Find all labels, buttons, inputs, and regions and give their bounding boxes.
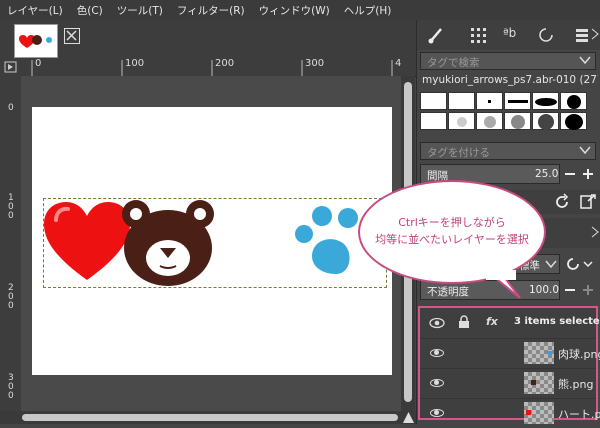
brush-cell[interactable] (476, 92, 503, 110)
layer-thumbnail (524, 372, 554, 394)
font-icon[interactable]: ªb (503, 26, 516, 40)
navigate-icon[interactable] (402, 411, 415, 424)
menu-tools[interactable]: ツール(T) (110, 3, 170, 18)
effects-icon[interactable]: fx (486, 315, 498, 328)
ruler-label: 1 0 0 (8, 193, 14, 221)
menu-windows[interactable]: ウィンドウ(W) (252, 3, 337, 18)
tag-assign-input[interactable]: タグを付ける (420, 142, 596, 160)
layer-name[interactable]: 肉球.png (558, 346, 600, 362)
callout-line-2: 均等に並べたいレイヤーを選択 (375, 233, 529, 246)
document-history-icon[interactable] (537, 26, 555, 47)
layer-thumbnail (524, 342, 554, 364)
brush-cell[interactable] (560, 112, 587, 130)
menu-filters[interactable]: フィルター(R) (170, 3, 252, 18)
decrease-icon[interactable] (563, 164, 577, 187)
brush-cell[interactable] (504, 112, 531, 130)
image-thumbnail-icon (19, 35, 52, 48)
image-tab-bar (0, 20, 416, 58)
ruler-label: 300 (305, 58, 325, 69)
layers-stack-icon[interactable] (573, 26, 591, 47)
opacity-label: 不透明度 (427, 286, 469, 298)
tag-search-input[interactable]: タグで検索 (420, 52, 596, 70)
visibility-header-icon[interactable] (429, 317, 445, 332)
layer-row[interactable]: 肉球.png (420, 338, 600, 368)
dock-tab-bar: ªb (417, 20, 600, 50)
layer-row[interactable]: 熊.png (420, 368, 596, 398)
horizontal-scroll-thumb[interactable] (22, 414, 398, 421)
brush-cell[interactable] (476, 112, 503, 130)
menu-color[interactable]: 色(C) (70, 3, 110, 18)
layer-name[interactable]: ハート.png (558, 406, 600, 422)
brush-grid[interactable] (420, 92, 590, 138)
chevron-down-icon[interactable] (579, 144, 591, 159)
ruler-label: 0 (35, 58, 42, 69)
ruler-label: 100 (125, 58, 145, 69)
lock-icon[interactable] (458, 315, 470, 332)
layers-header: fx 3 items selected (420, 308, 600, 338)
composite-mode-icon[interactable] (566, 256, 594, 275)
opacity-value: 100.0 (529, 284, 560, 296)
horizontal-scrollbar[interactable] (0, 411, 416, 424)
brush-name: myukiori_arrows_ps7.abr-010 (277 ... (422, 74, 598, 86)
vertical-ruler: 0 1 0 0 2 0 0 3 0 0 (0, 76, 21, 411)
brush-cell[interactable] (448, 92, 475, 110)
menu-layer[interactable]: レイヤー(L) (0, 3, 70, 18)
ruler-label: 3 0 0 (8, 373, 14, 401)
ruler-corner-button[interactable] (0, 58, 21, 76)
menu-help[interactable]: ヘルプ(H) (337, 3, 399, 18)
horizontal-ruler: 0 100 200 300 4 (21, 58, 416, 77)
brush-cell[interactable] (532, 112, 559, 130)
pattern-icon[interactable] (469, 26, 487, 47)
spacing-value: 25.0 (535, 168, 559, 180)
callout-tail-cover (486, 270, 516, 280)
brush-cell[interactable] (420, 112, 447, 130)
brush-icon[interactable] (427, 26, 445, 47)
layer-name[interactable]: 熊.png (558, 376, 593, 392)
paw-image (295, 206, 358, 274)
open-as-image-icon[interactable] (579, 193, 597, 214)
close-tab-icon[interactable] (64, 28, 80, 44)
dock-menu-icon[interactable] (591, 226, 599, 241)
menubar: レイヤー(L) 色(C) ツール(T) フィルター(R) ウィンドウ(W) ヘル… (0, 0, 600, 20)
eye-icon[interactable] (430, 349, 444, 357)
brush-cell[interactable] (560, 92, 587, 110)
eye-icon[interactable] (430, 409, 444, 417)
ruler-label: 4 (395, 58, 402, 69)
brush-cell[interactable] (420, 92, 447, 110)
increase-icon[interactable] (581, 164, 595, 187)
selected-count: 3 items selected (514, 316, 600, 327)
brush-cell[interactable] (448, 112, 475, 130)
dock-menu-icon[interactable] (591, 28, 599, 43)
callout-line-1: Ctrlキーを押しながら (398, 216, 506, 229)
increase-icon[interactable] (581, 280, 595, 303)
ruler-label: 200 (215, 58, 235, 69)
layer-thumbnail (524, 402, 554, 424)
decrease-icon[interactable] (563, 280, 577, 303)
bear-image (122, 200, 214, 286)
eye-icon[interactable] (430, 379, 444, 387)
heart-image (44, 202, 130, 280)
callout-bubble: Ctrlキーを押しながら 均等に並べたいレイヤーを選択 (358, 180, 546, 284)
refresh-icon[interactable] (553, 193, 571, 214)
layers-list: fx 3 items selected 肉球.png 熊.png ハート.png (418, 306, 600, 424)
brush-cell[interactable] (532, 92, 559, 110)
ruler-label: 0 (8, 103, 14, 113)
image-tab-thumbnail[interactable] (14, 24, 58, 58)
chevron-down-icon[interactable] (545, 258, 557, 273)
ruler-label: 2 0 0 (8, 283, 14, 311)
chevron-down-icon[interactable] (579, 54, 591, 69)
brush-cell[interactable] (504, 92, 531, 110)
